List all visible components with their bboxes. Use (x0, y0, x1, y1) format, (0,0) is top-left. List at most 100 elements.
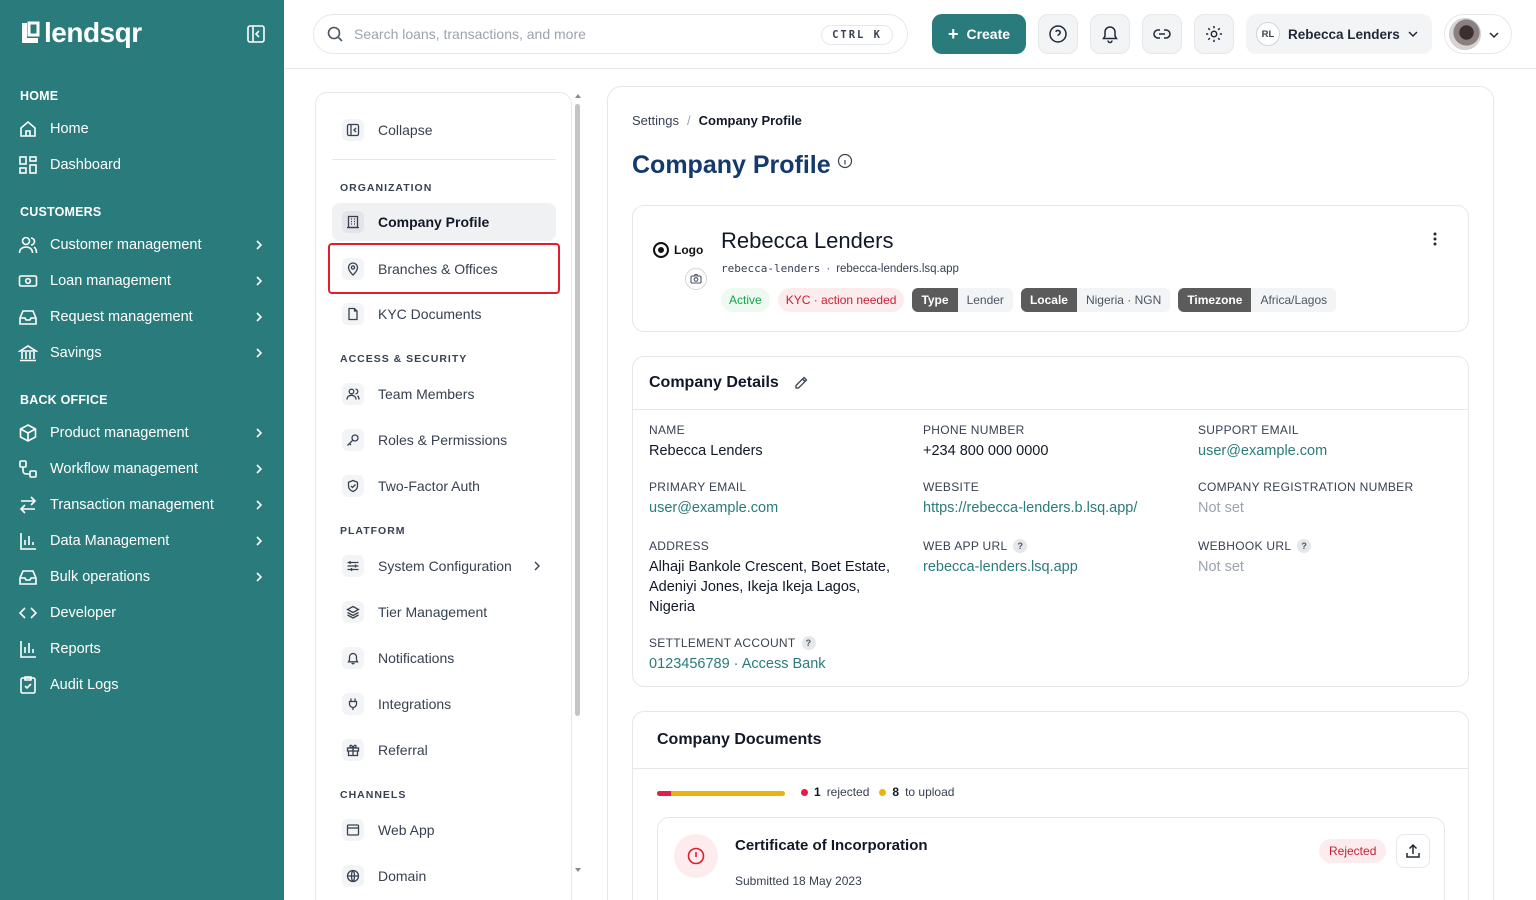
help-icon (1049, 25, 1067, 43)
upload-label: to upload (905, 785, 955, 799)
support-email-link[interactable]: user@example.com (1198, 441, 1327, 461)
help-tooltip-icon[interactable]: ? (1297, 539, 1312, 553)
chevron-right-icon (256, 500, 263, 510)
settings-item-label: Roles & Permissions (378, 432, 508, 448)
more-options-icon[interactable] (1426, 230, 1444, 248)
locale-tag-value: Nigeria · NGN (1076, 288, 1171, 312)
field-label: SETTLEMENT ACCOUNT? (649, 636, 826, 650)
search-input[interactable] (354, 26, 794, 42)
sidebar-item-request-management[interactable]: Request management (0, 301, 284, 333)
sidebar-item-transaction-management[interactable]: Transaction management (0, 489, 284, 521)
scroll-down-icon[interactable] (574, 866, 582, 874)
sidebar-item-bulk-operations[interactable]: Bulk operations (0, 561, 284, 593)
plus-icon: + (947, 24, 959, 44)
document-title: Certificate of Incorporation (735, 837, 928, 854)
company-slug: rebecca-lenders (721, 262, 821, 275)
settings-item-roles-permissions[interactable]: Roles & Permissions (332, 421, 556, 459)
users-icon (18, 236, 38, 254)
kyc-status-badge[interactable]: KYC · action needed (777, 288, 905, 312)
page-title: Company Profile (632, 151, 853, 180)
link-button[interactable] (1142, 14, 1182, 54)
create-button-label: Create (966, 26, 1011, 42)
bar-chart-icon (20, 533, 36, 550)
user-menu[interactable] (1444, 14, 1512, 54)
field-label-text: WEBHOOK URL (1198, 539, 1292, 553)
company-documents-title: Company Documents (633, 712, 1468, 769)
settings-item-system-configuration[interactable]: System Configuration (332, 547, 556, 585)
chevron-right-icon (256, 240, 263, 250)
edit-pencil-icon[interactable] (793, 375, 809, 391)
settings-item-branches-offices[interactable]: Branches & Offices (332, 250, 556, 288)
timezone-tag: Timezone Africa/Lagos (1178, 288, 1337, 312)
help-tooltip-icon[interactable]: ? (1013, 539, 1028, 553)
settings-item-label: Branches & Offices (378, 261, 498, 277)
settings-item-kyc-documents[interactable]: KYC Documents (332, 295, 556, 333)
sidebar-item-audit-logs[interactable]: Audit Logs (0, 669, 284, 701)
scroll-up-icon[interactable] (574, 92, 582, 100)
brand-logo[interactable]: lendsqr (20, 17, 142, 48)
notifications-button[interactable] (1090, 14, 1130, 54)
type-tag-label: Type (912, 288, 958, 312)
settings-item-tier-management[interactable]: Tier Management (332, 593, 556, 631)
upload-count: 8 (892, 785, 900, 799)
sidebar-item-developer[interactable]: Developer (0, 597, 284, 629)
settings-item-integrations[interactable]: Integrations (332, 685, 556, 723)
company-name: Rebecca Lenders (721, 228, 894, 253)
settings-item-team-members[interactable]: Team Members (332, 375, 556, 413)
settings-item-label: System Configuration (378, 558, 512, 574)
locale-tag-label: Locale (1020, 288, 1077, 312)
sidebar-item-savings[interactable]: Savings (0, 337, 284, 369)
change-logo-button[interactable] (685, 268, 707, 290)
reports-icon (20, 641, 36, 658)
sidebar-item-home[interactable]: Home (0, 113, 284, 145)
sidebar-collapse-icon[interactable] (246, 24, 266, 44)
sidebar-item-loan-management[interactable]: Loan management (0, 265, 284, 297)
info-icon[interactable] (837, 153, 853, 169)
sidebar-item-label: Dashboard (50, 157, 121, 173)
address-line: Alhaji Bankole Crescent, Boet Estate, (649, 559, 890, 575)
settings-nav-scrollbar[interactable] (574, 92, 582, 882)
settings-item-web-app[interactable]: Web App (332, 811, 556, 849)
nav-section-home: HOME (20, 89, 59, 103)
company-logo[interactable]: Logo (653, 234, 707, 266)
sidebar-item-workflow-management[interactable]: Workflow management (0, 453, 284, 485)
settings-item-domain[interactable]: Domain (332, 857, 556, 895)
help-button[interactable] (1038, 14, 1078, 54)
website-link[interactable]: https://rebecca-lenders.b.lsq.app/ (923, 498, 1137, 518)
upload-icon (1406, 843, 1420, 858)
sidebar-item-product-management[interactable]: Product management (0, 417, 284, 449)
sidebar-item-customer-management[interactable]: Customer management (0, 229, 284, 261)
web-app-url-link[interactable]: rebecca-lenders.lsq.app (923, 557, 1078, 577)
sidebar-item-dashboard[interactable]: Dashboard (0, 149, 284, 181)
company-domain[interactable]: rebecca-lenders.lsq.app (836, 263, 959, 275)
sidebar-item-label: Workflow management (50, 461, 199, 477)
organization-switcher[interactable]: RL Rebecca Lenders (1246, 14, 1432, 54)
help-tooltip-icon[interactable]: ? (801, 636, 816, 650)
field-label: SUPPORT EMAIL (1198, 423, 1299, 437)
camera-icon (690, 273, 702, 284)
settings-item-label: Notifications (378, 650, 455, 666)
lendsqr-logo-icon (22, 21, 40, 43)
address-line: Adeniyi Jones, Ikeja Ikeja Lagos, (649, 579, 861, 595)
settings-item-notifications[interactable]: Notifications (332, 639, 556, 677)
scroll-thumb[interactable] (575, 104, 580, 716)
yellow-dot-icon (879, 789, 887, 796)
company-profile-page: Settings / Company Profile Company Profi… (607, 86, 1494, 900)
upload-document-button[interactable] (1396, 834, 1430, 868)
settlement-account-link[interactable]: 0123456789 · Access Bank (649, 654, 826, 674)
sidebar-item-reports[interactable]: Reports (0, 633, 284, 665)
settings-item-company-profile[interactable]: Company Profile (332, 203, 556, 241)
breadcrumb-settings[interactable]: Settings (632, 113, 679, 128)
document-status-badge: Rejected (1319, 839, 1387, 863)
sidebar-item-data-management[interactable]: Data Management (0, 525, 284, 557)
primary-email-link[interactable]: user@example.com (649, 498, 778, 518)
settings-item-referral[interactable]: Referral (332, 731, 556, 769)
global-search[interactable]: CTRL K (313, 14, 908, 54)
red-dot-icon (801, 789, 808, 796)
field-value: Rebecca Lenders (649, 443, 763, 459)
settings-item-label: Web App (378, 822, 435, 838)
create-button[interactable]: + Create (932, 14, 1026, 54)
settings-button[interactable] (1194, 14, 1234, 54)
settings-collapse-button[interactable]: Collapse (332, 111, 556, 149)
settings-item-two-factor-auth[interactable]: Two-Factor Auth (332, 467, 556, 505)
